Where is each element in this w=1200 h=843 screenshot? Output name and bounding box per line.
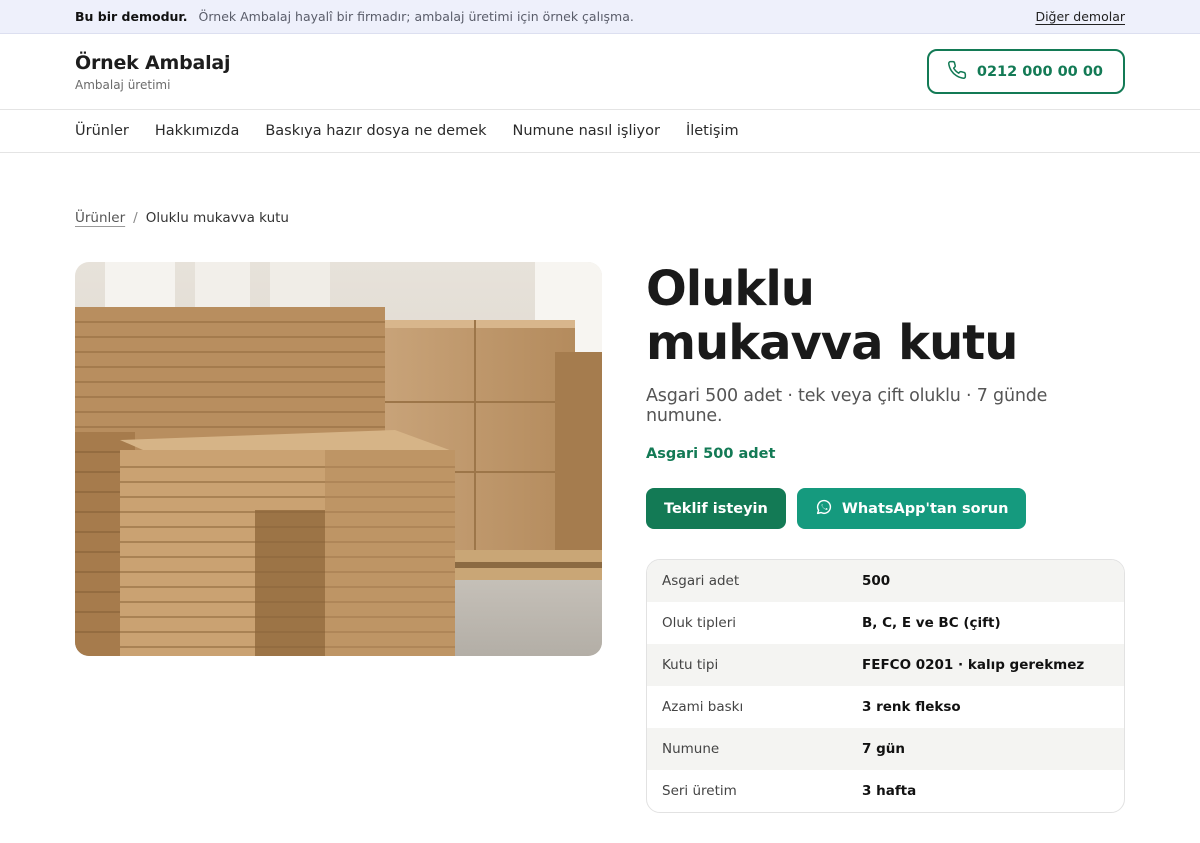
spec-row: Asgari adet 500 (647, 560, 1124, 602)
phone-button[interactable]: 0212 000 00 00 (926, 49, 1125, 94)
moq-label: Asgari 500 adet (646, 446, 776, 462)
nav-item-contact[interactable]: İletişim (686, 123, 739, 139)
brand-name: Örnek Ambalaj (75, 51, 231, 74)
product-info: Oluklu mukavva kutu Asgari 500 adet · te… (646, 262, 1125, 813)
other-demos-link[interactable]: Diğer demolar (1035, 9, 1125, 24)
whatsapp-button[interactable]: WhatsApp'tan sorun (796, 488, 1027, 529)
spec-label: Seri üretim (662, 783, 737, 799)
brand[interactable]: Örnek Ambalaj Ambalaj üretimi (75, 51, 231, 92)
cta-buttons: Teklif isteyin WhatsApp'tan sorun (646, 488, 1125, 529)
main-nav: Ürünler Hakkımızda Baskıya hazır dosya n… (0, 110, 1200, 153)
breadcrumb-separator: / (133, 210, 138, 226)
product-image (75, 262, 602, 656)
nav-item-products[interactable]: Ürünler (75, 123, 129, 139)
spec-value: 7 gün (862, 741, 905, 757)
breadcrumb-current: Oluklu mukavva kutu (145, 210, 289, 226)
spec-row: Oluk tipleri B, C, E ve BC (çift) (647, 602, 1124, 644)
demo-banner-text: Bu bir demodur. Örnek Ambalaj hayalî bir… (75, 9, 634, 24)
spec-row: Azami baskı 3 renk flekso (647, 686, 1124, 728)
product-subtitle: Asgari 500 adet · tek veya çift oluklu ·… (646, 386, 1048, 426)
spec-row: Seri üretim 3 hafta (647, 770, 1124, 812)
product-title: Oluklu mukavva kutu (646, 262, 1125, 370)
product-title-line1: Oluklu (646, 261, 815, 317)
nav-item-about[interactable]: Hakkımızda (155, 123, 239, 139)
spec-value: 500 (862, 573, 891, 589)
whatsapp-icon (815, 498, 833, 520)
spec-row: Numune 7 gün (647, 728, 1124, 770)
spec-table: Asgari adet 500 Oluk tipleri B, C, E ve … (646, 559, 1125, 813)
nav-item-print-ready[interactable]: Baskıya hazır dosya ne demek (265, 123, 486, 139)
quote-button[interactable]: Teklif isteyin (646, 488, 786, 529)
spec-label: Azami baskı (662, 699, 744, 715)
spec-value: B, C, E ve BC (çift) (862, 615, 1001, 631)
brand-tagline: Ambalaj üretimi (75, 77, 171, 92)
demo-description: Örnek Ambalaj hayalî bir firmadır; ambal… (198, 9, 634, 24)
phone-icon (947, 60, 967, 84)
product-title-line2: mukavva kutu (646, 315, 1018, 371)
site-header: Örnek Ambalaj Ambalaj üretimi 0212 000 0… (0, 34, 1200, 110)
demo-label: Bu bir demodur. (75, 9, 188, 24)
spec-label: Kutu tipi (662, 657, 719, 673)
spec-label: Asgari adet (662, 573, 740, 589)
spec-label: Numune (662, 741, 720, 757)
nav-item-sample[interactable]: Numune nasıl işliyor (513, 123, 660, 139)
spec-value: 3 renk flekso (862, 699, 961, 715)
breadcrumb-products-link[interactable]: Ürünler (75, 210, 125, 226)
breadcrumb: Ürünler / Oluklu mukavva kutu (75, 210, 289, 226)
spec-value: 3 hafta (862, 783, 917, 799)
demo-banner: Bu bir demodur. Örnek Ambalaj hayalî bir… (0, 0, 1200, 34)
spec-label: Oluk tipleri (662, 615, 737, 631)
spec-row: Kutu tipi FEFCO 0201 · kalıp gerekmez (647, 644, 1124, 686)
whatsapp-button-label: WhatsApp'tan sorun (841, 500, 1009, 517)
phone-number: 0212 000 00 00 (976, 63, 1103, 80)
spec-value: FEFCO 0201 · kalıp gerekmez (862, 657, 1085, 673)
